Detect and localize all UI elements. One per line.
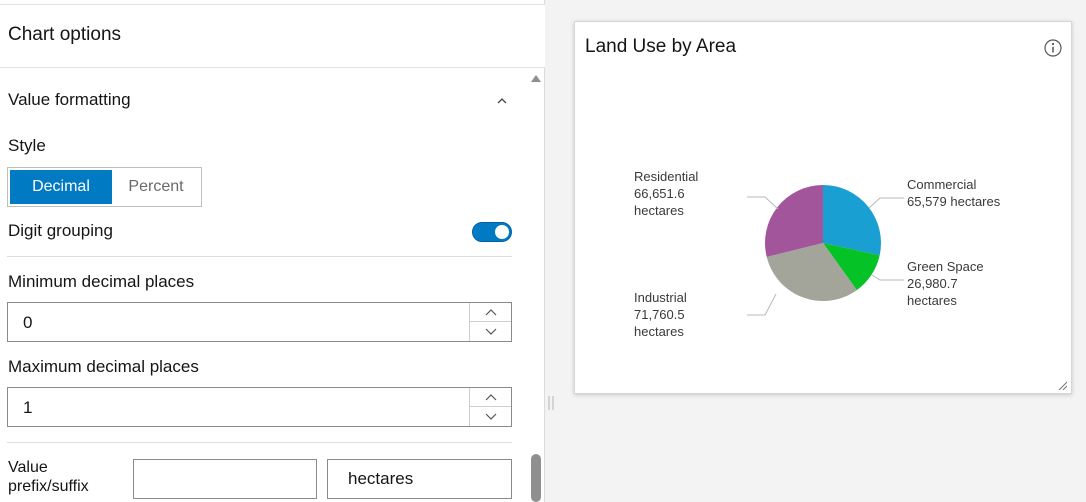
suffix-input[interactable] — [327, 459, 512, 499]
leader-line — [747, 196, 779, 210]
chart-card: Land Use by Area Commercial 65,579 hectar… — [574, 21, 1072, 394]
increment-button[interactable] — [470, 388, 511, 407]
divider — [7, 442, 512, 443]
toggle-knob — [495, 225, 509, 239]
chevron-up-icon[interactable] — [494, 93, 510, 109]
chevron-down-icon — [485, 328, 497, 335]
prefix-suffix-label: Value prefix/suffix — [8, 459, 89, 495]
leader-line — [868, 197, 904, 209]
section-title: Value formatting — [8, 90, 131, 109]
max-decimals-input[interactable]: 1 — [7, 387, 512, 427]
max-decimals-value: 1 — [23, 398, 33, 417]
style-decimal-button[interactable]: Decimal — [10, 170, 112, 204]
min-decimals-stepper — [469, 303, 511, 341]
max-decimals-label: Maximum decimal places — [8, 357, 199, 376]
vertical-scrollbar[interactable] — [528, 70, 544, 502]
increment-button[interactable] — [470, 303, 511, 322]
data-label-industrial: Industrial 71,760.5 hectares — [634, 290, 687, 339]
data-label-residential: Residential 66,651.6 hectares — [634, 169, 698, 218]
style-segmented-control: Decimal Percent — [7, 167, 202, 207]
style-label: Style — [8, 136, 46, 155]
chart-options-panel: Chart options Value formatting Style Dec… — [0, 0, 545, 502]
options-scroll-area: Value formatting Style Decimal Percent D… — [0, 74, 526, 502]
value-formatting-section-header[interactable]: Value formatting — [0, 74, 526, 126]
prefix-input[interactable] — [133, 459, 317, 499]
chevron-up-icon — [485, 394, 497, 401]
style-percent-button[interactable]: Percent — [112, 170, 200, 204]
data-label-green-space: Green Space 26,980.7 hectares — [907, 259, 984, 308]
scroll-up-arrow-icon[interactable] — [531, 74, 541, 82]
chevron-up-icon — [485, 309, 497, 316]
panel-resize-handle-icon[interactable] — [548, 396, 554, 410]
decrement-button[interactable] — [470, 322, 511, 341]
panel-header: Chart options — [0, 4, 545, 68]
pie-slice-commercial[interactable] — [823, 185, 881, 256]
min-decimals-input[interactable]: 0 — [7, 302, 512, 342]
digit-grouping-toggle[interactable] — [472, 222, 512, 242]
decrement-button[interactable] — [470, 407, 511, 426]
leader-line — [747, 293, 777, 316]
scroll-thumb[interactable] — [531, 454, 541, 502]
pie-chart: Commercial 65,579 hectares Green Space 26,9… — [634, 169, 1001, 339]
min-decimals-label: Minimum decimal places — [8, 272, 195, 291]
leader-line — [871, 274, 904, 281]
resize-grip-icon[interactable] — [1057, 380, 1067, 390]
max-decimals-stepper — [469, 388, 511, 426]
min-decimals-value: 0 — [23, 313, 33, 332]
panel-title: Chart options — [8, 24, 122, 45]
suffix-field[interactable] — [328, 460, 511, 498]
chevron-down-icon — [485, 413, 497, 420]
data-label-commercial: Commercial 65,579 hectares — [907, 177, 1001, 209]
digit-grouping-label: Digit grouping — [8, 221, 113, 240]
divider — [7, 256, 512, 257]
prefix-field[interactable] — [134, 460, 316, 498]
